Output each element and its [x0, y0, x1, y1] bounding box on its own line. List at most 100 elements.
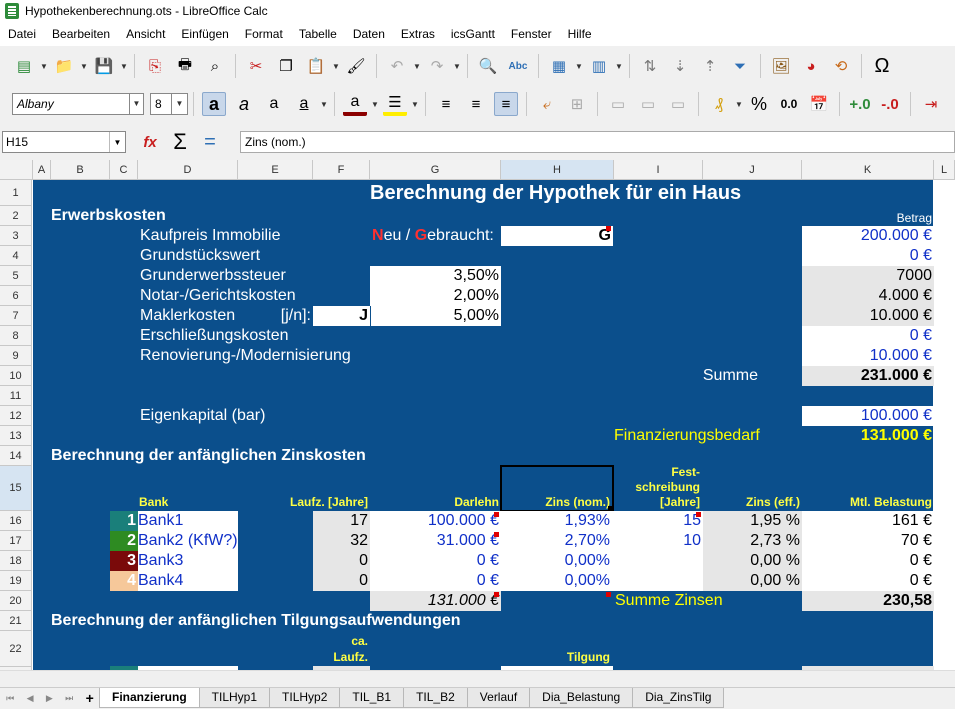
select-all-corner[interactable]	[0, 160, 33, 180]
chevron-down-icon[interactable]: ▼	[734, 100, 744, 109]
align-right-icon[interactable]: ≡	[494, 92, 518, 116]
row-header[interactable]: 12	[0, 406, 32, 426]
pct-notar[interactable]: 2,00%	[370, 286, 501, 306]
chevron-down-icon[interactable]: ▼	[614, 62, 624, 71]
tab-dia-zinstilg[interactable]: Dia_ZinsTilg	[632, 688, 725, 708]
find-replace-icon[interactable]: 🔍	[476, 54, 500, 78]
input-makler-jn[interactable]: J	[313, 306, 370, 326]
input-neu-gebraucht[interactable]: G	[501, 226, 613, 246]
undo-icon[interactable]: ↶	[385, 54, 409, 78]
shadow-icon[interactable]: a	[262, 92, 286, 116]
sort-icon[interactable]: ⇅	[638, 54, 662, 78]
horizontal-scrollbar[interactable]	[0, 670, 955, 687]
print-preview-icon[interactable]: ⌕	[203, 54, 227, 78]
chevron-down-icon[interactable]: ▼	[574, 62, 584, 71]
first-sheet-icon[interactable]: ⏮	[6, 693, 14, 704]
row-header[interactable]: 16	[0, 511, 32, 531]
sum-icon[interactable]: Σ	[168, 129, 192, 154]
bank-darlehn[interactable]: 100.000 €	[370, 511, 501, 531]
export-pdf-icon[interactable]: ⎘	[143, 54, 167, 78]
row-header[interactable]: 18	[0, 551, 32, 571]
tab-finanzierung[interactable]: Finanzierung	[99, 688, 200, 708]
bank-festschreibung[interactable]	[614, 571, 703, 591]
column-header-d[interactable]: D	[138, 160, 238, 180]
chevron-down-icon[interactable]: ▼	[109, 132, 125, 152]
align-center-icon[interactable]: ≡	[464, 92, 488, 116]
date-format-icon[interactable]: 📅	[807, 92, 831, 116]
redo-icon[interactable]: ↷	[425, 54, 449, 78]
row-header[interactable]: 15	[0, 466, 32, 511]
row-header[interactable]: 8	[0, 326, 32, 346]
value-grundstueck[interactable]: 0 €	[802, 246, 934, 266]
menu-datei[interactable]: Datei	[0, 27, 44, 41]
tab-dia-belastung[interactable]: Dia_Belastung	[529, 688, 634, 708]
paste-icon[interactable]: 📋	[304, 54, 328, 78]
font-size-select[interactable]: 8	[150, 93, 172, 115]
tab-verlauf[interactable]: Verlauf	[466, 688, 531, 708]
chevron-down-icon[interactable]: ▼	[319, 100, 329, 109]
column-header-l[interactable]: L	[934, 160, 955, 180]
chevron-down-icon[interactable]: ▼	[410, 100, 420, 109]
row-header[interactable]: 6	[0, 286, 32, 306]
chevron-down-icon[interactable]: ▼	[119, 62, 129, 71]
underline-icon[interactable]: a	[292, 92, 316, 116]
tab-til-b1[interactable]: TIL_B1	[339, 688, 405, 708]
pct-grunderwerb[interactable]: 3,50%	[370, 266, 501, 286]
italic-icon[interactable]: a	[232, 92, 256, 116]
row-header[interactable]: 20	[0, 591, 32, 611]
last-sheet-icon[interactable]: ⏭	[65, 693, 73, 704]
sort-descending-icon[interactable]: ⇡	[698, 54, 722, 78]
row-header[interactable]: 14	[0, 446, 32, 466]
bank-darlehn[interactable]: 0 €	[370, 571, 501, 591]
bank-name[interactable]: Bank1	[138, 511, 238, 531]
row-header[interactable]: 11	[0, 386, 32, 406]
align-bottom-icon[interactable]: ▭	[666, 92, 690, 116]
insert-chart-icon[interactable]: ◕	[799, 54, 823, 78]
menu-bearbeiten[interactable]: Bearbeiten	[44, 27, 118, 41]
menu-fenster[interactable]: Fenster	[503, 27, 560, 41]
column-header-f[interactable]: F	[313, 160, 370, 180]
row-header[interactable]: 5	[0, 266, 32, 286]
row-header[interactable]: 7	[0, 306, 32, 326]
autofilter-icon[interactable]: ⏷	[728, 54, 752, 78]
menu-ansicht[interactable]: Ansicht	[118, 27, 173, 41]
bank-festschreibung[interactable]: 10	[614, 531, 703, 551]
menu-daten[interactable]: Daten	[345, 27, 393, 41]
menu-tabelle[interactable]: Tabelle	[291, 27, 345, 41]
bank-darlehn[interactable]: 0 €	[370, 551, 501, 571]
value-eigenkapital[interactable]: 100.000 €	[802, 406, 934, 426]
row-icon[interactable]: ▦	[547, 54, 571, 78]
chevron-down-icon[interactable]: ▼	[370, 100, 380, 109]
row-header[interactable]: 22	[0, 631, 32, 667]
row-header[interactable]: 13	[0, 426, 32, 446]
value-kaufpreis[interactable]: 200.000 €	[802, 226, 934, 246]
column-header-b[interactable]: B	[51, 160, 110, 180]
column-header-a[interactable]: A	[33, 160, 51, 180]
number-format-icon[interactable]: 0.0	[777, 92, 801, 116]
chevron-down-icon[interactable]: ▼	[39, 62, 49, 71]
save-icon[interactable]: 💾	[92, 54, 116, 78]
merge-cells-icon[interactable]: ⊞	[565, 92, 589, 116]
chevron-down-icon[interactable]: ▼	[130, 93, 144, 115]
open-folder-icon[interactable]: 📁	[52, 54, 76, 78]
increase-indent-icon[interactable]: ⇥	[919, 92, 943, 116]
clone-formatting-icon[interactable]: 🖌	[344, 54, 368, 78]
pct-makler[interactable]: 5,00%	[371, 306, 501, 326]
formula-icon[interactable]: =	[198, 130, 222, 154]
bank-darlehn[interactable]: 31.000 €	[370, 531, 501, 551]
column-header-g[interactable]: G	[370, 160, 501, 180]
column-header-e[interactable]: E	[238, 160, 313, 180]
font-name-select[interactable]: Albany	[12, 93, 130, 115]
column-header-h[interactable]: H	[501, 160, 614, 180]
column-icon[interactable]: ▥	[587, 54, 611, 78]
font-color-icon[interactable]: a	[343, 92, 367, 116]
currency-format-icon[interactable]: ₰	[707, 92, 731, 116]
chevron-down-icon[interactable]: ▼	[172, 93, 188, 115]
next-sheet-icon[interactable]: ▶	[46, 693, 53, 704]
row-header[interactable]: 2	[0, 206, 32, 226]
add-decimal-icon[interactable]: +.0	[848, 92, 872, 116]
align-top-icon[interactable]: ▭	[606, 92, 630, 116]
add-sheet-icon[interactable]: +	[86, 690, 94, 706]
function-wizard-icon[interactable]: fx	[138, 130, 162, 154]
column-header-j[interactable]: J	[703, 160, 802, 180]
